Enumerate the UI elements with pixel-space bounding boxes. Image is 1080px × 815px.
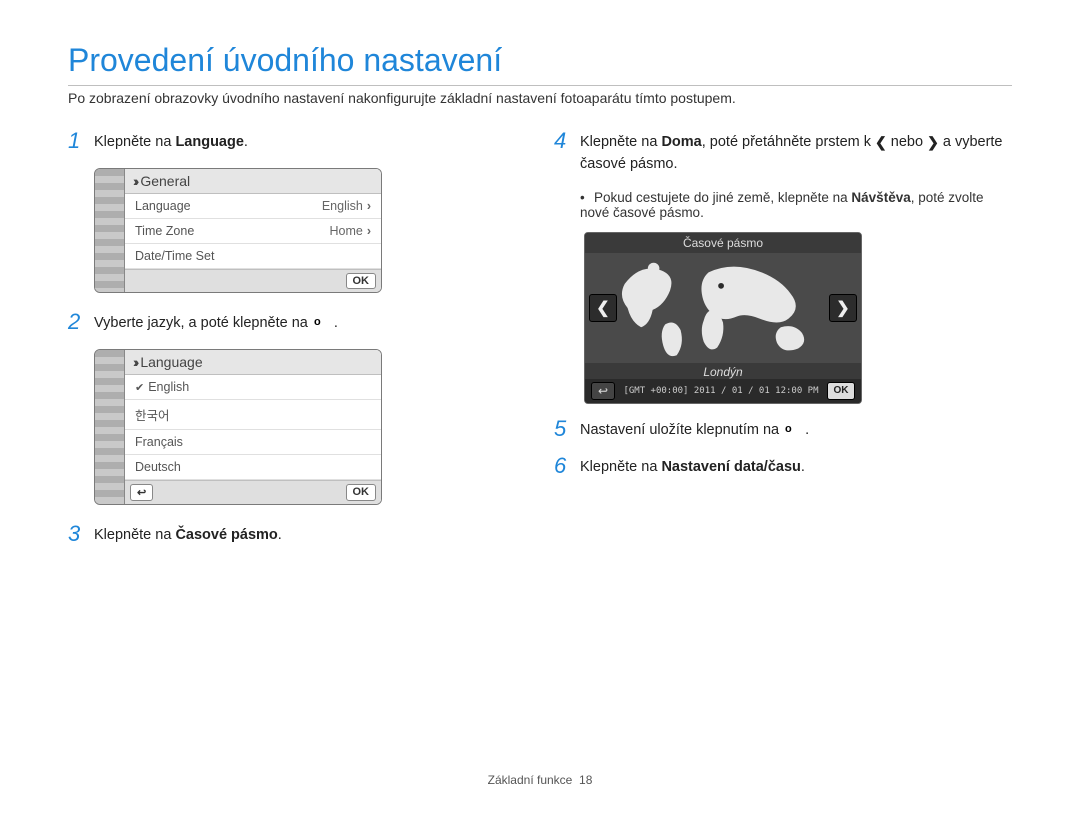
back-button[interactable]: ↩ xyxy=(130,484,153,501)
screen-footbar: ↩ OK xyxy=(125,480,381,504)
tz-datetime: [GMT +00:00] 2011 / 01 / 01 12:00 PM xyxy=(615,386,827,396)
step-5: 5 Nastavení uložíte klepnutím na o. xyxy=(554,418,1012,442)
intro-text: Po zobrazení obrazovky úvodního nastaven… xyxy=(68,90,1012,106)
checkmark-icon: ✔ xyxy=(135,382,144,394)
step-text: Klepněte na Doma, poté přetáhněte prstem… xyxy=(580,130,1012,176)
right-column: 4 Klepněte na Doma, poté přetáhněte prst… xyxy=(554,130,1012,560)
step-number: 6 xyxy=(554,455,580,477)
step-number: 2 xyxy=(68,311,94,333)
tz-prev-button[interactable]: ❮ xyxy=(589,294,617,322)
tz-footbar: ↩ [GMT +00:00] 2011 / 01 / 01 12:00 PM O… xyxy=(585,379,861,403)
tz-header: Časové pásmo xyxy=(585,233,861,253)
ok-button[interactable]: OK xyxy=(346,484,377,501)
tz-back-button[interactable]: ↩ xyxy=(591,382,615,400)
tz-next-button[interactable]: ❯ xyxy=(829,294,857,322)
ok-icon: o xyxy=(312,314,334,332)
device-grip xyxy=(95,350,125,504)
two-column-layout: 1 Klepněte na Language. ››General Langua… xyxy=(68,130,1012,560)
step-6: 6 Klepněte na Nastavení data/času. xyxy=(554,455,1012,479)
step-number: 5 xyxy=(554,418,580,440)
step-text: Klepněte na Language. xyxy=(94,130,526,154)
tz-ok-button[interactable]: OK xyxy=(827,382,855,400)
settings-row-datetime[interactable]: Date/Time Set xyxy=(125,244,381,269)
device-mock-timezone: Časové pásmo ❮ ❯ xyxy=(584,232,862,404)
settings-row-timezone[interactable]: Time Zone Home› xyxy=(125,219,381,244)
step-text: Nastavení uložíte klepnutím na o. xyxy=(580,418,1012,442)
step-text: Klepněte na Nastavení data/času. xyxy=(580,455,1012,479)
tz-map: ❮ ❯ xyxy=(585,253,861,363)
language-option[interactable]: Français xyxy=(125,430,381,455)
manual-page: Provedení úvodního nastavení Po zobrazen… xyxy=(0,0,1080,560)
step-3: 3 Klepněte na Časové pásmo. xyxy=(68,523,526,547)
page-title: Provedení úvodního nastavení xyxy=(68,42,1012,79)
step-4-subnote: •Pokud cestujete do jiné země, klepněte … xyxy=(580,190,1012,220)
svg-text:o: o xyxy=(314,316,321,327)
step-2: 2 Vyberte jazyk, a poté klepněte na o. xyxy=(68,311,526,335)
step-text: Klepněte na Časové pásmo. xyxy=(94,523,526,547)
chevron-left-icon: ❮ xyxy=(875,135,887,149)
settings-row-language[interactable]: Language English› xyxy=(125,194,381,219)
step-number: 3 xyxy=(68,523,94,545)
screen-header: ››General xyxy=(125,169,381,194)
screen-footbar: OK xyxy=(125,269,381,292)
language-option[interactable]: 한국어 xyxy=(125,400,381,430)
step-1: 1 Klepněte na Language. xyxy=(68,130,526,154)
ok-icon: o xyxy=(783,421,805,439)
step-text: Vyberte jazyk, a poté klepněte na o. xyxy=(94,311,526,335)
title-rule xyxy=(68,85,1012,86)
chevron-right-icon: ❯ xyxy=(927,135,939,149)
language-option[interactable]: Deutsch xyxy=(125,455,381,480)
device-grip xyxy=(95,169,125,292)
page-footer: Základní funkce 18 xyxy=(0,773,1080,787)
step-number: 4 xyxy=(554,130,580,152)
svg-text:o: o xyxy=(785,423,792,434)
world-map-icon xyxy=(617,253,829,363)
ok-button[interactable]: OK xyxy=(346,273,377,289)
step-4: 4 Klepněte na Doma, poté přetáhněte prst… xyxy=(554,130,1012,176)
screen-header: ››Language xyxy=(125,350,381,375)
device-screen: ››Language ✔English 한국어 Français Deutsch xyxy=(125,350,381,504)
tz-city: Londýn xyxy=(585,363,861,379)
device-mock-general: ››General Language English› Time Zone Ho… xyxy=(94,168,382,293)
step-number: 1 xyxy=(68,130,94,152)
left-column: 1 Klepněte na Language. ››General Langua… xyxy=(68,130,526,560)
device-mock-language: ››Language ✔English 한국어 Français Deutsch xyxy=(94,349,382,505)
device-screen: ››General Language English› Time Zone Ho… xyxy=(125,169,381,292)
language-option[interactable]: ✔English xyxy=(125,375,381,400)
